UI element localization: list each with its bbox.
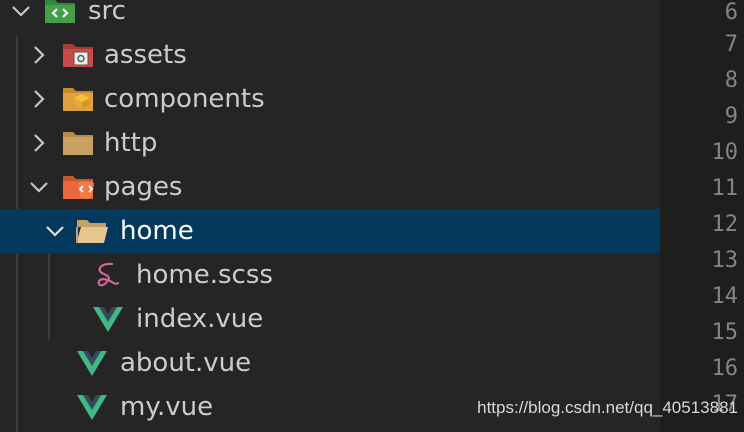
- sass-file-icon: [97, 262, 120, 287]
- chevron-right-icon[interactable]: [28, 77, 50, 121]
- tree-item-label: src: [88, 0, 126, 26]
- vue-file-icon: [77, 395, 107, 420]
- folder-icon: [63, 132, 93, 155]
- tree-item-label: about.vue: [120, 348, 252, 378]
- folder-open-icon: [76, 220, 108, 243]
- line-number: 11: [711, 176, 739, 201]
- tree-item-label: components: [104, 84, 265, 114]
- tree-item-label: home.scss: [136, 260, 273, 290]
- tree-item-src[interactable]: src: [0, 0, 660, 33]
- tree-item-pages[interactable]: pages: [0, 165, 660, 209]
- tree-item-label: http: [104, 128, 158, 158]
- tree-item-label: index.vue: [136, 304, 264, 334]
- line-number: 13: [711, 248, 739, 273]
- line-number: 10: [711, 140, 739, 165]
- tree-item-about-vue[interactable]: about.vue: [0, 341, 660, 385]
- line-number: 16: [711, 356, 739, 381]
- watermark-text: https://blog.csdn.net/qq_40513881: [477, 398, 738, 417]
- src-folder-icon: [45, 0, 75, 23]
- components-folder-icon: [63, 88, 93, 111]
- vue-file-icon: [77, 351, 107, 376]
- tree-item-label: assets: [104, 40, 187, 70]
- explorer-panel: src assets components http pages home ho…: [0, 0, 660, 432]
- tree-item-label: pages: [104, 172, 183, 202]
- chevron-down-icon[interactable]: [28, 165, 50, 209]
- tree-item-assets[interactable]: assets: [0, 33, 660, 77]
- tree-item-index-vue[interactable]: index.vue: [0, 297, 660, 341]
- line-number: 6: [724, 0, 738, 25]
- assets-folder-icon: [63, 44, 93, 67]
- chevron-right-icon[interactable]: [28, 121, 50, 165]
- line-number: 15: [711, 320, 739, 345]
- line-number: 7: [724, 32, 738, 57]
- line-number: 12: [711, 212, 739, 237]
- chevron-right-icon[interactable]: [28, 33, 50, 77]
- pages-folder-icon: [63, 176, 94, 199]
- tree-item-http[interactable]: http: [0, 121, 660, 165]
- line-number: 9: [724, 104, 738, 129]
- line-number-gutter: 6 7 8 9 10 11 12 13 14 15 16 17: [660, 0, 744, 432]
- tree-item-home[interactable]: home: [0, 209, 660, 253]
- chevron-down-icon[interactable]: [44, 209, 66, 253]
- line-number: 8: [724, 68, 738, 93]
- tree-item-home-scss[interactable]: home.scss: [0, 253, 660, 297]
- tree-item-label: my.vue: [120, 392, 214, 422]
- tree-item-components[interactable]: components: [0, 77, 660, 121]
- tree-item-label: home: [120, 216, 194, 246]
- line-number: 14: [711, 284, 739, 309]
- vue-file-icon: [93, 307, 123, 332]
- chevron-down-icon[interactable]: [10, 0, 32, 33]
